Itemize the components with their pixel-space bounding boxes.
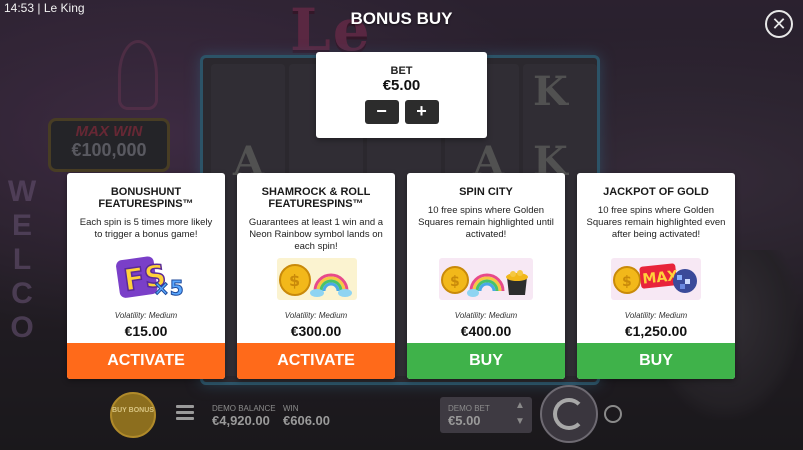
chevron-up-icon[interactable]: ▲ <box>515 400 525 411</box>
bet-label: BET <box>390 65 413 77</box>
card-volatility: Volatility: Medium <box>284 311 348 320</box>
card-description: Guarantees at least 1 win and a Neon Rai… <box>248 217 384 252</box>
feature-card-bonushunt: BONUSHUNT FEATURESPINS™ Each spin is 5 t… <box>67 173 225 379</box>
menu-icon[interactable] <box>176 405 194 421</box>
card-title: SPIN CITY <box>459 186 513 198</box>
balance-label: DEMO BALANCE <box>212 404 276 413</box>
card-price: €1,250.00 <box>624 323 688 339</box>
coin-max-disco-icon: $ MAX <box>577 255 735 305</box>
feature-card-jackpot: JACKPOT OF GOLD 10 free spins where Gold… <box>577 173 735 379</box>
coin-rainbow-pot-icon: $ <box>407 255 565 305</box>
win-label: WIN <box>283 404 299 413</box>
close-button[interactable]: ✕ <box>765 10 793 38</box>
card-title: JACKPOT OF GOLD <box>603 186 709 198</box>
spin-icon <box>553 398 585 430</box>
fs-multiplier-text: ×5 <box>153 276 184 300</box>
feature-card-shamrock: SHAMROCK & ROLL FEATURESPINS™ Guarantees… <box>237 173 395 379</box>
card-volatility: Volatility: Medium <box>624 311 688 320</box>
card-price: €15.00 <box>124 323 168 339</box>
autoplay-icon[interactable] <box>604 405 622 423</box>
bet-panel: BET €5.00 − + <box>316 52 487 138</box>
balance-value: €4,920.00 <box>212 413 270 428</box>
feature-card-spin-city: SPIN CITY 10 free spins where Golden Squ… <box>407 173 565 379</box>
svg-text:$: $ <box>289 271 300 290</box>
card-description: 10 free spins where Golden Squares remai… <box>418 205 554 240</box>
decrease-bet-button[interactable]: − <box>364 100 399 124</box>
buy-button[interactable]: BUY <box>577 343 735 379</box>
activate-button[interactable]: ACTIVATE <box>237 343 395 379</box>
close-icon: ✕ <box>771 14 787 34</box>
win-value: €606.00 <box>283 413 330 428</box>
bet-controls: − + <box>316 100 487 124</box>
card-price: €400.00 <box>460 323 512 339</box>
card-volatility: Volatility: Medium <box>114 311 178 320</box>
bet-value: €5.00 <box>382 77 421 94</box>
card-description: Each spin is 5 times more likely to trig… <box>79 217 213 240</box>
fs-x5-icon: FS ×5 <box>67 255 225 305</box>
card-description: 10 free spins where Golden Squares remai… <box>586 205 726 240</box>
card-volatility: Volatility: Medium <box>454 311 518 320</box>
buy-button[interactable]: BUY <box>407 343 565 379</box>
svg-text:$: $ <box>450 274 460 290</box>
svg-text:$: $ <box>622 274 632 290</box>
card-title: SHAMROCK & ROLL FEATURESPINS™ <box>261 186 371 210</box>
increase-bet-button[interactable]: + <box>404 100 439 124</box>
card-price: €300.00 <box>290 323 342 339</box>
chevron-down-icon[interactable]: ▼ <box>515 416 525 427</box>
spin-button[interactable] <box>540 385 598 443</box>
card-title: BONUSHUNT FEATURESPINS™ <box>98 186 194 210</box>
activate-button[interactable]: ACTIVATE <box>67 343 225 379</box>
coin-rainbow-icon: $ <box>237 255 395 305</box>
hud-bet-label: DEMO BET <box>448 404 490 413</box>
modal-title: BONUS BUY <box>350 9 453 28</box>
buy-bonus-button[interactable]: BUY BONUS <box>110 392 156 438</box>
hud-bet-value: €5.00 <box>448 413 481 428</box>
